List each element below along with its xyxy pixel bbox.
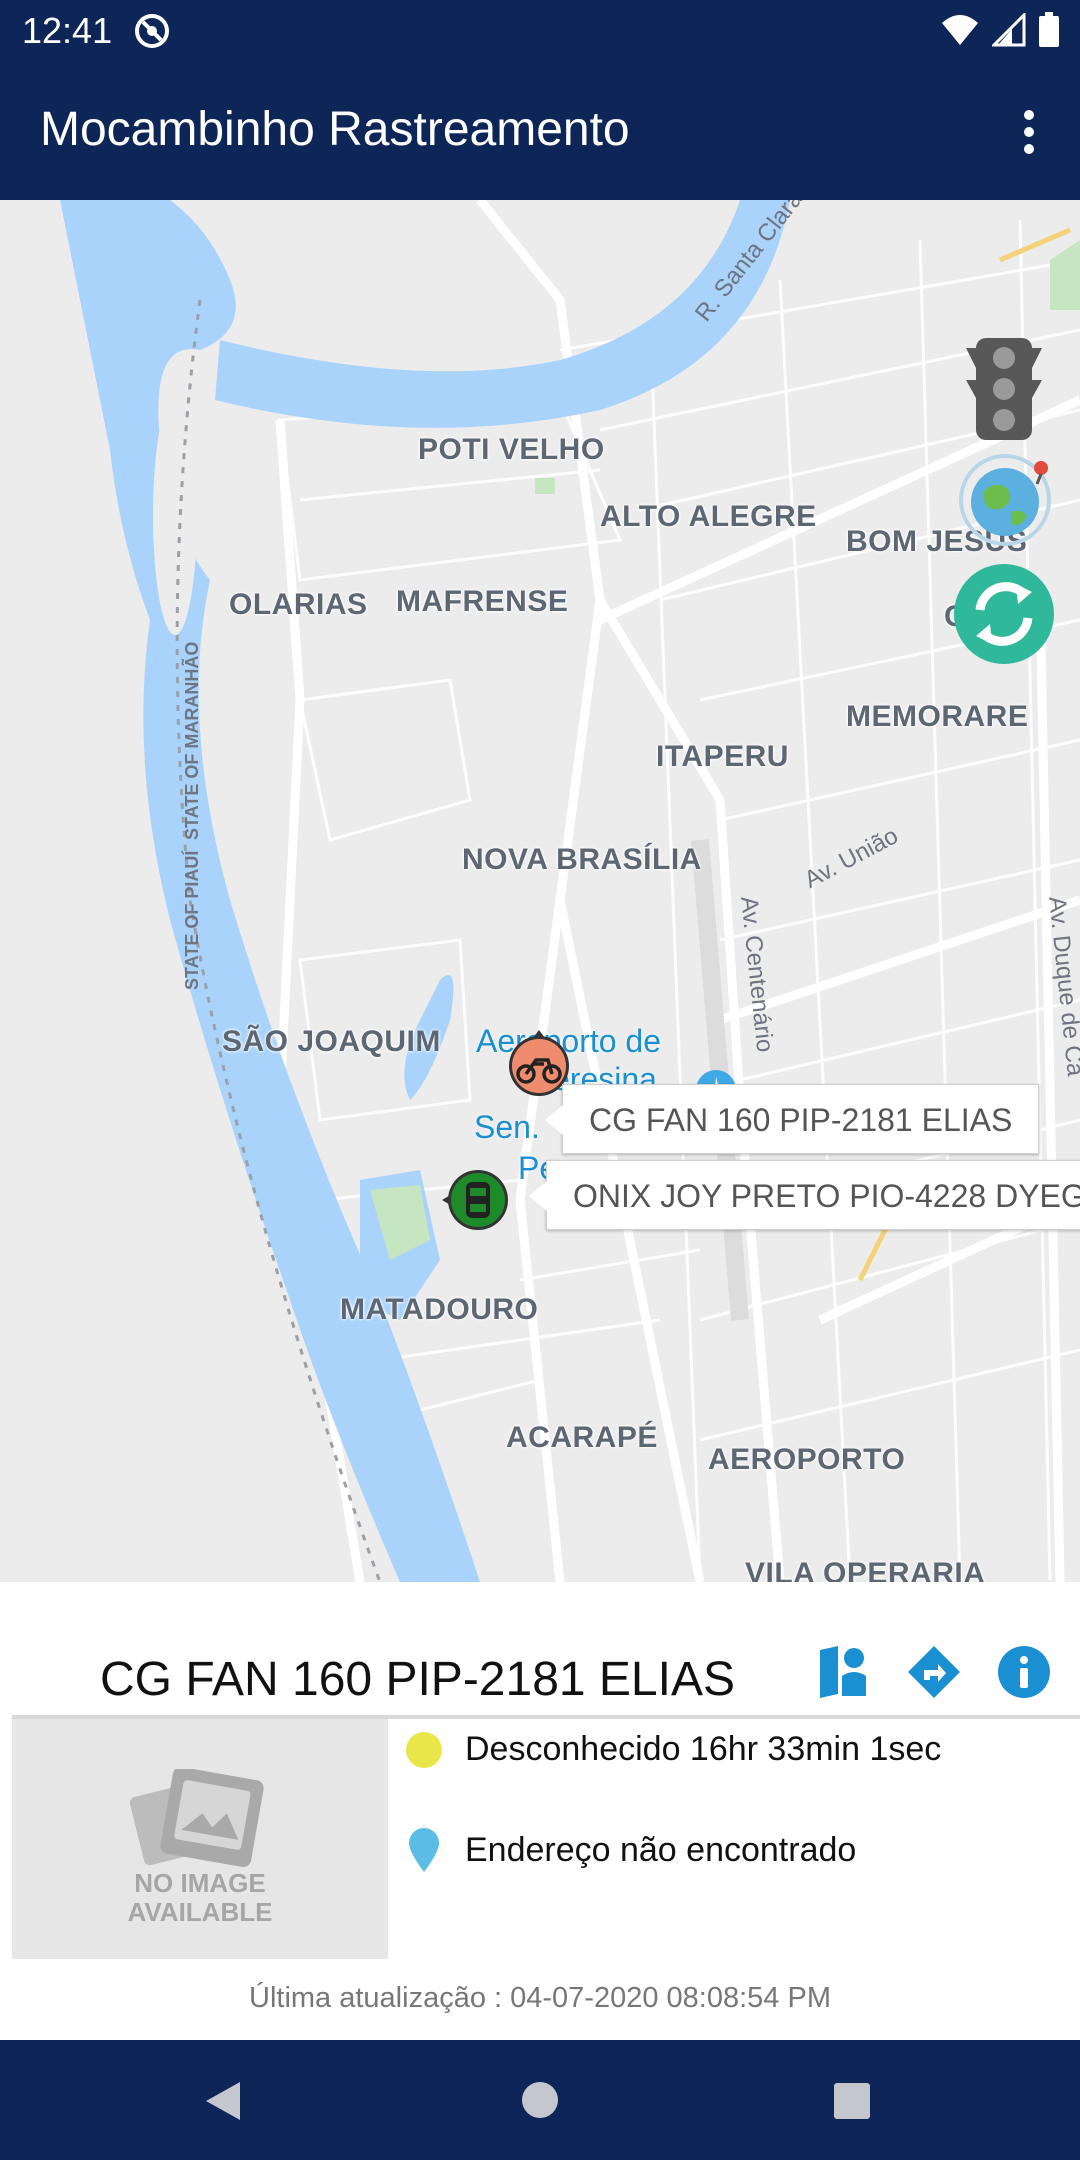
status-text: Desconhecido 16hr 33min 1sec xyxy=(465,1730,942,1768)
map-label-acarape: ACARAPÉ xyxy=(506,1421,658,1454)
map-label-alto-alegre: ALTO ALEGRE xyxy=(600,500,817,533)
app-bar: Mocambinho Rastreamento xyxy=(0,62,1080,200)
no-image-line2: AVAILABLE xyxy=(127,1897,273,1927)
status-dot-icon xyxy=(406,1731,442,1768)
car-marker-icon[interactable] xyxy=(436,1166,512,1234)
wifi-icon xyxy=(942,15,978,45)
traffic-light-icon[interactable] xyxy=(966,338,1042,440)
map-view[interactable]: POTI VELHO ALTO ALEGRE OLARIAS MAFRENSE … xyxy=(0,200,1080,1582)
address-text: Endereço não encontrado xyxy=(465,1830,857,1869)
overflow-menu-icon[interactable] xyxy=(1004,104,1054,160)
map-label-matadouro: MATADOURO xyxy=(340,1293,539,1326)
map-label-sao-joaquim: SÃO JOAQUIM xyxy=(222,1025,441,1058)
car-callout[interactable]: ONIX JOY PRETO PIO-4228 DYEGO xyxy=(529,1160,1080,1230)
app-title: Mocambinho Rastreamento xyxy=(40,103,630,156)
status-time: 12:41 xyxy=(22,10,113,51)
vehicle-actions xyxy=(816,1644,1052,1700)
no-image-line1: NO IMAGE xyxy=(134,1868,266,1898)
recents-icon[interactable] xyxy=(833,2082,871,2120)
back-icon[interactable] xyxy=(204,2080,244,2122)
app-notification-icon xyxy=(135,14,169,48)
signal-icon xyxy=(992,13,1026,47)
vehicle-panel: CG FAN 160 PIP-2181 ELIAS NO IMAGE AVAIL… xyxy=(0,1582,1080,2040)
status-row: Desconhecido 16hr 33min 1sec xyxy=(405,1730,941,1769)
map-label-mafrense: MAFRENSE xyxy=(396,585,569,618)
battery-icon xyxy=(1039,12,1059,47)
map-label-nova-brasilia: NOVA BRASÍLIA xyxy=(462,843,702,876)
street-view-icon[interactable] xyxy=(816,1644,872,1700)
motorcycle-callout[interactable]: CG FAN 160 PIP-2181 ELIAS xyxy=(544,1084,1040,1154)
refresh-icon[interactable] xyxy=(952,562,1056,666)
info-icon[interactable] xyxy=(996,1644,1052,1700)
map-label-poti-velho: POTI VELHO xyxy=(418,433,605,466)
navigation-bar xyxy=(0,2040,1080,2160)
no-image-icon xyxy=(130,1769,264,1868)
globe-icon[interactable] xyxy=(955,452,1055,548)
poi-label-line3: Sen. xyxy=(474,1109,540,1145)
map-label-olarias: OLARIAS xyxy=(229,588,368,621)
status-bar: 12:41 xyxy=(0,0,1080,62)
directions-icon[interactable] xyxy=(906,1644,962,1700)
map-label-vila-operaria: VILA OPERARIA xyxy=(745,1557,986,1582)
map-label-memorare: MEMORARE xyxy=(846,700,1029,733)
map-base xyxy=(0,200,1080,1582)
last-update: Última atualização : 04-07-2020 08:08:54… xyxy=(249,1982,831,2014)
map-label-itaperu: ITAPERU xyxy=(656,740,789,773)
map-label-aeroporto: AEROPORTO xyxy=(708,1443,906,1476)
address-row: Endereço não encontrado xyxy=(405,1826,856,1874)
street-label-state-piaui: STATE OF PIAUÍ xyxy=(182,850,202,990)
vehicle-photo-placeholder: NO IMAGE AVAILABLE xyxy=(12,1719,388,1959)
street-label-state-maranhao: STATE OF MARANHÃO xyxy=(182,641,202,840)
location-pin-icon xyxy=(409,1828,439,1872)
home-icon[interactable] xyxy=(520,2080,560,2120)
vehicle-title: CG FAN 160 PIP-2181 ELIAS xyxy=(100,1653,735,1706)
no-image-caption: NO IMAGE AVAILABLE xyxy=(12,1869,388,1927)
